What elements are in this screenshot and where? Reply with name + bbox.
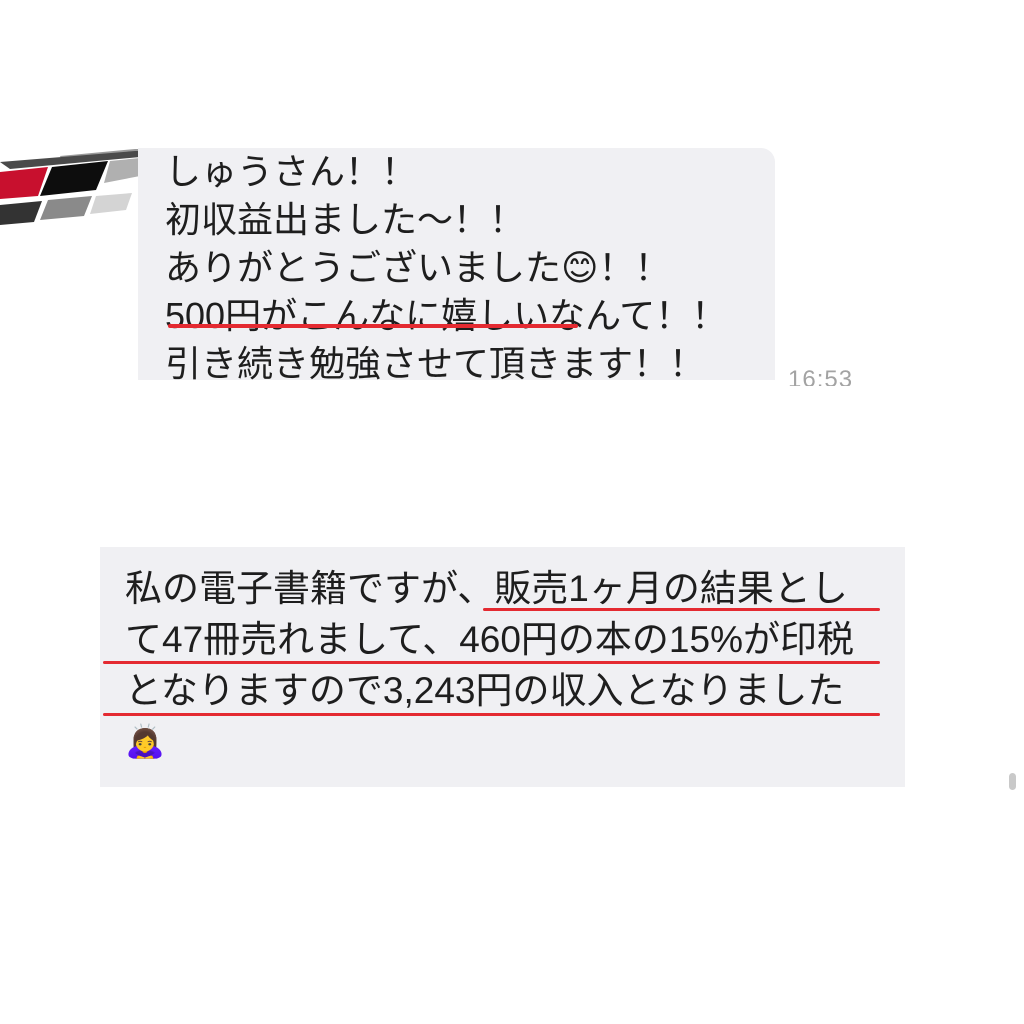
message-line: て47冊売れまして、460円の本の15%が印税 [125,614,854,665]
red-underline [168,324,578,328]
timestamp-container: 16:53 [788,366,878,386]
message-timestamp: 16:53 [788,366,854,386]
message-text-segment: ！！ [598,247,671,288]
red-underline [103,713,880,716]
message-text-segment: ありがとうございました [165,247,562,288]
bowing-woman-emoji: 🙇‍♀️ [125,723,165,759]
avatar-shape [40,196,92,220]
message-bubble[interactable]: しゅうさん！！ 初収益出ました〜！！ ありがとうございました😊！！ 500円がこ… [138,148,775,380]
avatar-shape [104,158,140,183]
message-line: 500円がこんなに嬉しいなんて！！ [165,292,727,340]
message-text-segment: なんて！！ [549,295,728,336]
avatar-shape [0,201,42,225]
avatar[interactable] [0,140,140,235]
message-line: 私の電子書籍ですが、販売1ヶ月の結果とし [125,563,854,614]
avatar-image [0,149,140,225]
scrollbar-thumb[interactable] [1009,773,1016,790]
message-line: しゅうさん！！ [165,151,418,192]
message-text-segment: 私の電子書籍ですが、 [125,568,495,609]
avatar-shape [40,161,108,196]
message-text: 私の電子書籍ですが、販売1ヶ月の結果とし て47冊売れまして、460円の本の15… [125,563,854,767]
message-line: 初収益出ました〜！！ [165,199,526,240]
highlighted-text: て47冊売れまして、460円の本の15%が印税 [125,619,854,660]
red-underline [103,661,880,664]
smiling-face-emoji: 😊 [561,247,599,288]
message-text: しゅうさん！！ 初収益出ました〜！！ ありがとうございました😊！！ 500円がこ… [165,148,727,380]
message-line: 引き続き勉強させて頂きます！！ [165,343,706,380]
message-box[interactable]: 私の電子書籍ですが、販売1ヶ月の結果とし て47冊売れまして、460円の本の15… [100,547,905,787]
highlighted-text: 500円がこんなに嬉しい [165,295,550,336]
message-line: となりますので3,243円の収入となりました [125,665,854,716]
red-underline [483,608,880,611]
highlighted-text: 販売1ヶ月の結果とし [494,568,848,609]
avatar-shape [90,193,132,214]
highlighted-text: となりますので3,243円の収入となりました [125,670,845,711]
message-line: ありがとうございました😊！！ [165,244,727,292]
